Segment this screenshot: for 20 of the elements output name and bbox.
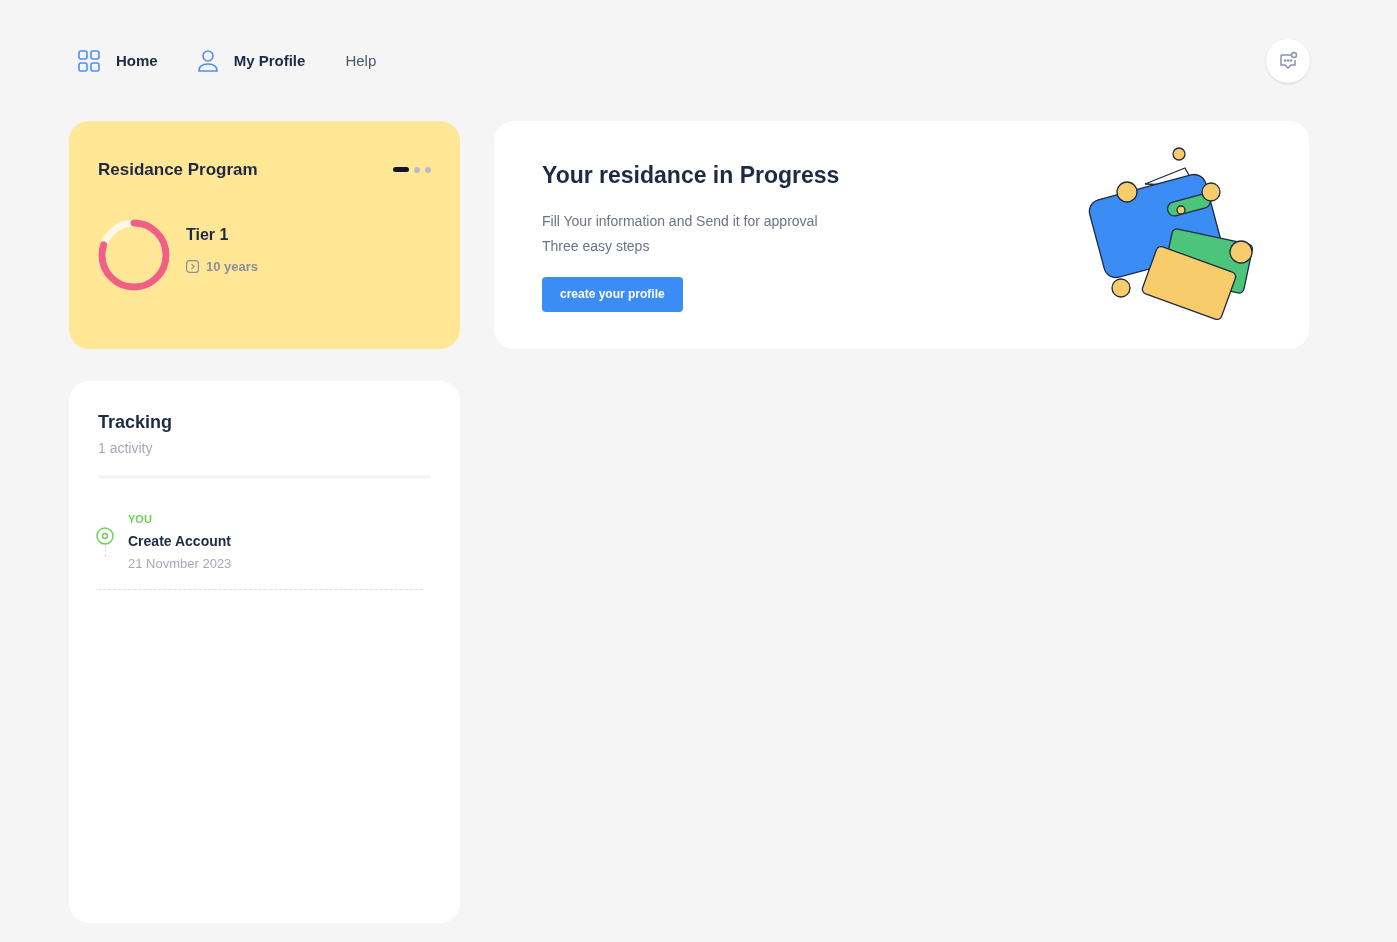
- description-text: Fill Your information and Send it for approval: [542, 211, 819, 231]
- nav-link[interactable]: Help: [345, 49, 377, 73]
- tier-label: Tier 1: [186, 224, 230, 245]
- activity-date: 21 Novmber 2023: [128, 554, 232, 573]
- user-icon: [197, 50, 218, 72]
- nav-link[interactable]: My Profile: [197, 49, 306, 73]
- card-heading: Your residance in Progress: [542, 161, 840, 191]
- timeline-dot-icon: [96, 527, 114, 545]
- grid-icon: [78, 50, 100, 72]
- duration-text: 10 years: [206, 257, 259, 276]
- actor-label: YOU: [128, 512, 153, 527]
- chevron-box-icon: [186, 259, 199, 273]
- card-title: Tracking: [98, 411, 174, 434]
- card-title: Residance Program: [98, 159, 258, 181]
- chat-icon: [1278, 51, 1298, 71]
- nav-link[interactable]: Home: [78, 49, 158, 73]
- description-text: Three easy steps: [542, 236, 651, 256]
- chat-button[interactable]: [1266, 39, 1310, 83]
- activity-title: Create Account: [128, 531, 232, 551]
- activity-count: 1 activity: [98, 439, 154, 458]
